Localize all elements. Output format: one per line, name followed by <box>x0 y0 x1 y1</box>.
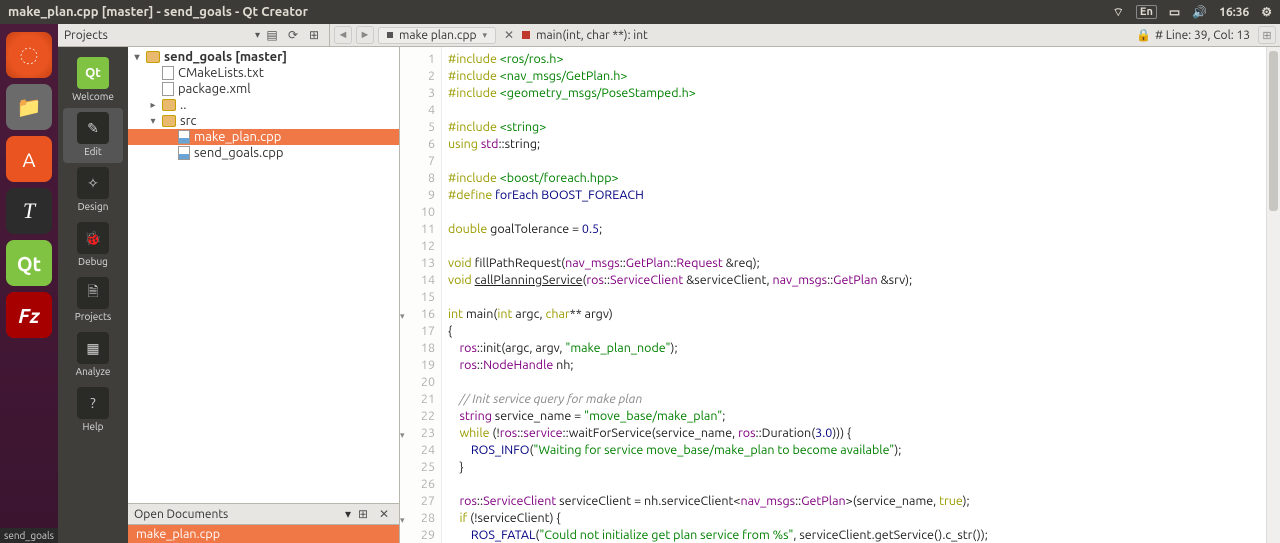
chevron-down-icon[interactable]: ▾ <box>345 507 351 521</box>
window-title-bar: make_plan.cpp [master] - send_goals - Qt… <box>0 0 1280 24</box>
close-pane-icon[interactable]: ✕ <box>375 505 393 523</box>
unity-launcher: ◌ 📁 A T Qt Fz send_goals <box>0 24 58 543</box>
mode-design[interactable]: ✧Design <box>63 163 123 218</box>
split-editor-button[interactable]: ⊞ <box>1258 26 1276 44</box>
clock[interactable]: 16:36 <box>1219 6 1249 19</box>
split-icon[interactable]: ⊞ <box>354 505 372 523</box>
mode-help[interactable]: ?Help <box>63 383 123 438</box>
nav-forward-button[interactable]: ► <box>356 26 374 44</box>
open-documents-title: Open Documents <box>134 508 345 521</box>
system-indicators: ⌔ En ▭ 🔊 16:36 ⚙ <box>1113 5 1272 20</box>
wifi-icon[interactable]: ⌔ <box>1113 5 1124 20</box>
mode-debug[interactable]: 🐞Debug <box>63 218 123 273</box>
qtcreator-app: Projects ▾ ▤ ⟳ ⊞ ◄ ► make plan.cpp ▾ ✕ m… <box>58 24 1280 543</box>
sidebar: ▾send_goals [master] CMakeLists.txt pack… <box>128 47 400 543</box>
language-indicator[interactable]: En <box>1136 5 1157 19</box>
mode-bar: QtWelcome ✎Edit ✧Design 🐞Debug 🗎Projects… <box>58 47 128 543</box>
current-symbol: main(int, char **): int <box>536 29 648 42</box>
code-editor[interactable]: 12345678910111213141516▾17181920212223▾2… <box>400 47 1280 543</box>
current-file-name: make plan.cpp <box>399 29 477 42</box>
launcher-software[interactable]: A <box>6 136 52 182</box>
volume-icon[interactable]: 🔊 <box>1192 5 1207 19</box>
vertical-scrollbar[interactable] <box>1266 47 1280 543</box>
open-doc-item[interactable]: make_plan.cpp <box>128 525 399 543</box>
folder-icon <box>162 115 176 127</box>
folder-icon <box>146 51 160 63</box>
file-type-icon <box>387 32 393 38</box>
scrollbar-thumb[interactable] <box>1269 51 1278 211</box>
symbol-selector[interactable]: main(int, char **): int <box>522 29 648 42</box>
folder-icon <box>162 99 176 111</box>
launcher-qtcreator[interactable]: Qt <box>6 240 52 286</box>
file-icon <box>162 82 174 96</box>
cpp-file-icon <box>178 130 190 144</box>
projects-pane-title: Projects <box>64 29 251 42</box>
launcher-filezilla[interactable]: Fz <box>6 292 52 338</box>
tree-file-sendgoals[interactable]: send_goals.cpp <box>128 145 399 161</box>
gear-icon[interactable]: ⚙ <box>1261 5 1272 19</box>
filter-icon[interactable]: ▤ <box>263 26 281 44</box>
code-content[interactable]: #include <ros/ros.h>#include <nav_msgs/G… <box>442 47 1266 543</box>
sync-icon[interactable]: ⟳ <box>284 26 302 44</box>
lock-icon[interactable]: 🔒 <box>1136 28 1151 42</box>
close-file-button[interactable]: ✕ <box>500 28 518 42</box>
launcher-files[interactable]: 📁 <box>6 84 52 130</box>
battery-icon[interactable]: ▭ <box>1169 5 1180 19</box>
file-selector[interactable]: make plan.cpp ▾ <box>378 27 496 44</box>
open-documents-header: Open Documents ▾ ⊞ ✕ <box>128 503 399 525</box>
line-number-gutter[interactable]: 12345678910111213141516▾17181920212223▾2… <box>400 47 442 543</box>
launcher-task-label[interactable]: send_goals <box>0 528 58 543</box>
nav-back-button[interactable]: ◄ <box>334 26 352 44</box>
top-toolbar: Projects ▾ ▤ ⟳ ⊞ ◄ ► make plan.cpp ▾ ✕ m… <box>58 24 1280 47</box>
mode-projects[interactable]: 🗎Projects <box>63 273 123 328</box>
file-icon <box>162 66 174 80</box>
open-documents-list: make_plan.cpp <box>128 525 399 543</box>
chevron-down-icon[interactable]: ▾ <box>255 29 260 41</box>
mode-welcome[interactable]: QtWelcome <box>63 53 123 108</box>
chevron-down-icon: ▾ <box>483 30 488 41</box>
tree-file[interactable]: package.xml <box>128 81 399 97</box>
tree-folder-src[interactable]: ▾src <box>128 113 399 129</box>
mode-edit[interactable]: ✎Edit <box>63 108 123 163</box>
tree-project-root[interactable]: ▾send_goals [master] <box>128 49 399 65</box>
launcher-dash[interactable]: ◌ <box>6 32 52 78</box>
mode-analyze[interactable]: ▦Analyze <box>63 328 123 383</box>
split-icon[interactable]: ⊞ <box>305 26 323 44</box>
project-tree[interactable]: ▾send_goals [master] CMakeLists.txt pack… <box>128 47 399 503</box>
tree-folder-up[interactable]: ▸.. <box>128 97 399 113</box>
cursor-position[interactable]: # Line: 39, Col: 13 <box>1155 29 1250 42</box>
launcher-texteditor[interactable]: T <box>6 188 52 234</box>
tree-file-makeplan[interactable]: make_plan.cpp <box>128 129 399 145</box>
cpp-file-icon <box>178 146 190 160</box>
editor-toolbar: ◄ ► make plan.cpp ▾ ✕ main(int, char **)… <box>330 24 1280 46</box>
projects-pane-header: Projects ▾ ▤ ⟳ ⊞ <box>58 24 330 46</box>
tree-file[interactable]: CMakeLists.txt <box>128 65 399 81</box>
symbol-icon <box>522 31 530 39</box>
window-title: make_plan.cpp [master] - send_goals - Qt… <box>8 5 1113 19</box>
